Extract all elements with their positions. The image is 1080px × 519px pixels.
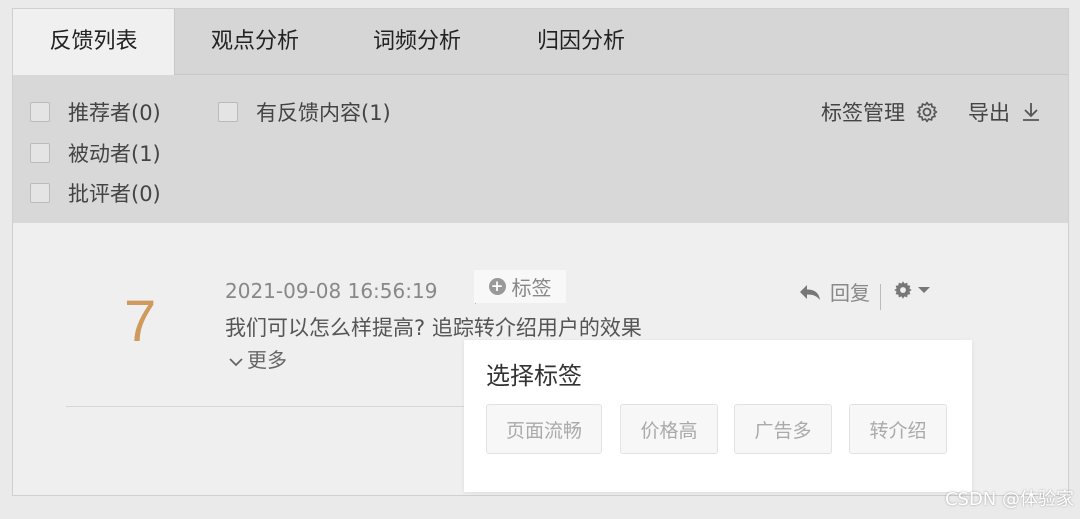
settings-dropdown[interactable] — [892, 279, 931, 301]
tag-manage-label: 标签管理 — [821, 101, 905, 125]
feedback-timestamp: 2021-09-08 16:56:19 — [225, 279, 438, 303]
filter-label: 批评者(0) — [68, 182, 161, 206]
reply-button[interactable]: 回复 — [798, 277, 870, 306]
checkbox[interactable] — [218, 102, 238, 122]
gear-icon — [894, 281, 912, 299]
more-label: 更多 — [247, 348, 287, 372]
filter-has-feedback[interactable]: 有反馈内容(1) — [218, 97, 391, 127]
tab-bar: 反馈列表 观点分析 词频分析 归因分析 — [13, 9, 1068, 75]
nps-score: 7 — [124, 289, 157, 354]
tag-option[interactable]: 价格高 — [620, 404, 718, 454]
reply-label: 回复 — [830, 281, 870, 305]
add-tag-label: 标签 — [511, 276, 552, 300]
tag-manage-button[interactable]: 标签管理 — [821, 97, 939, 127]
tab-attribution-analysis[interactable]: 归因分析 — [499, 9, 663, 75]
select-tag-popup: 选择标签 页面流畅 价格高 广告多 转介绍 — [464, 340, 972, 492]
popup-title: 选择标签 — [486, 362, 582, 390]
add-tag-button[interactable]: + 标签 — [474, 270, 566, 303]
filter-passives[interactable]: 被动者(1) — [30, 138, 161, 168]
separator — [880, 284, 881, 310]
gear-icon — [916, 101, 938, 123]
filter-area: 推荐者(0) 被动者(1) 批评者(0) 有反馈内容(1) 标签管理 导出 — [13, 75, 1068, 223]
checkbox[interactable] — [30, 183, 50, 203]
tab-word-frequency[interactable]: 词频分析 — [335, 9, 499, 75]
tab-feedback-list[interactable]: 反馈列表 — [13, 9, 175, 75]
filter-detractors[interactable]: 批评者(0) — [30, 178, 161, 208]
feedback-content: 我们可以怎么样提高? 追踪转介绍用户的效果 — [225, 316, 642, 340]
filter-label: 推荐者(0) — [68, 101, 161, 125]
download-icon — [1023, 103, 1039, 121]
watermark: CSDN @体验家 — [944, 489, 1074, 510]
plus-circle-icon: + — [488, 278, 506, 295]
checkbox[interactable] — [30, 143, 50, 163]
tag-option[interactable]: 广告多 — [734, 404, 832, 454]
tab-opinion-analysis[interactable]: 观点分析 — [175, 9, 335, 75]
chevron-down-icon — [229, 357, 243, 366]
checkbox[interactable] — [30, 102, 50, 122]
filter-label: 有反馈内容(1) — [256, 101, 391, 125]
caret-down-icon — [918, 287, 930, 293]
reply-icon — [800, 284, 820, 300]
tag-option[interactable]: 页面流畅 — [486, 404, 602, 454]
export-button[interactable]: 导出 — [968, 97, 1042, 127]
tag-option[interactable]: 转介绍 — [849, 404, 947, 454]
filter-promoters[interactable]: 推荐者(0) — [30, 97, 161, 127]
export-label: 导出 — [968, 101, 1010, 125]
filter-label: 被动者(1) — [68, 142, 161, 166]
more-link[interactable]: 更多 — [228, 344, 287, 373]
